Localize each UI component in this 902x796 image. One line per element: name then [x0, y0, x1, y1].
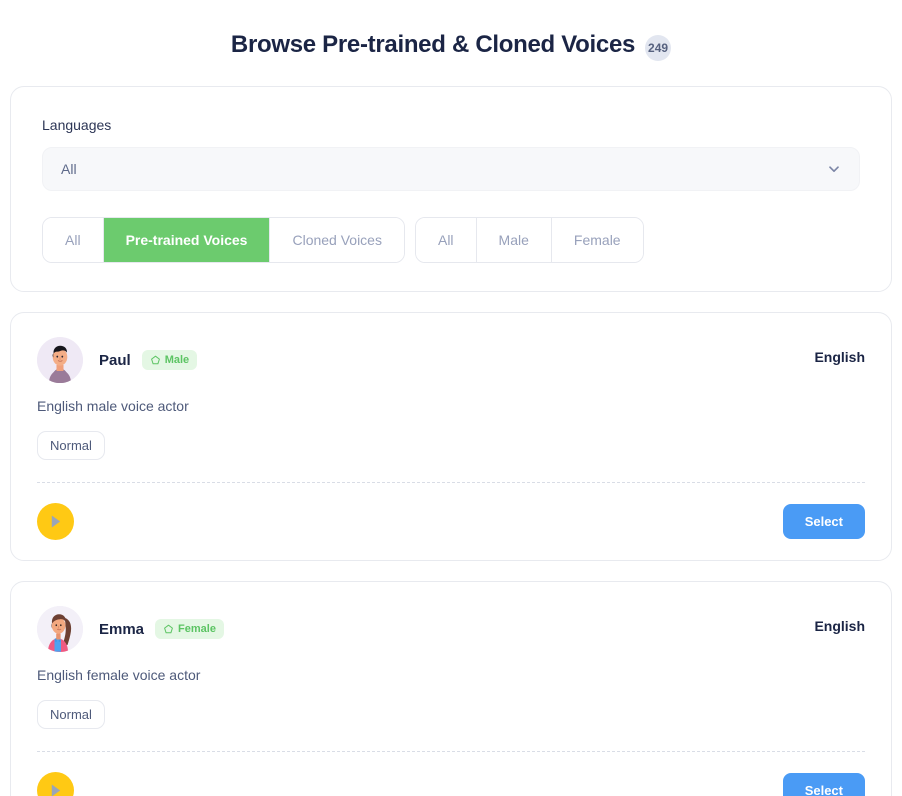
voice-card-header: Emma Female English: [37, 606, 865, 652]
voice-style-chips: Normal: [37, 431, 865, 460]
gender-badge-label: Female: [178, 623, 216, 635]
voice-card-actions: Select: [37, 752, 865, 796]
languages-label: Languages: [42, 117, 112, 133]
segment-type-pretrained[interactable]: Pre-trained Voices: [103, 218, 271, 262]
star-outline-icon: [150, 355, 161, 366]
voice-count-badge: 249: [645, 35, 672, 61]
voice-identity: Emma Female: [37, 606, 802, 652]
gender-badge-label: Male: [164, 354, 190, 366]
voice-card-header: Paul Male English: [37, 337, 865, 383]
select-button[interactable]: Select: [782, 773, 865, 796]
play-icon: [49, 783, 62, 796]
voice-language: English: [814, 618, 865, 634]
voice-style-chips: Normal: [37, 700, 865, 729]
voice-card: Emma Female English English female voice…: [10, 581, 892, 796]
segment-gender-all[interactable]: All: [415, 218, 477, 262]
gender-badge: Female: [155, 619, 224, 639]
select-button[interactable]: Select: [782, 504, 865, 539]
language-select-value: All: [61, 161, 77, 177]
filters-panel: Languages All All Pre-trained Voices Clo…: [10, 86, 892, 292]
voice-identity: Paul Male: [37, 337, 802, 383]
filter-segment-row: All Pre-trained Voices Cloned Voices All…: [42, 217, 860, 263]
voice-name: Emma: [99, 620, 145, 638]
segment-gender-female[interactable]: Female: [551, 218, 643, 262]
voice-type-segmented-control: All Pre-trained Voices Cloned Voices: [42, 217, 405, 263]
segment-type-cloned[interactable]: Cloned Voices: [270, 218, 404, 262]
gender-segmented-control: All Male Female: [414, 217, 644, 263]
style-chip[interactable]: Normal: [37, 431, 105, 460]
segment-type-all[interactable]: All: [43, 218, 104, 262]
avatar: [37, 606, 83, 652]
voice-language: English: [814, 349, 865, 365]
page-title: Browse Pre-trained & Cloned Voices: [230, 31, 636, 58]
style-chip[interactable]: Normal: [37, 700, 105, 729]
voice-description: English female voice actor: [37, 667, 201, 683]
voice-description: English male voice actor: [37, 398, 189, 414]
voice-card-actions: Select: [37, 483, 865, 560]
play-button[interactable]: [37, 503, 74, 540]
voice-card: Paul Male English English male voice act…: [10, 312, 892, 561]
avatar: [37, 337, 83, 383]
chevron-down-icon: [827, 162, 841, 176]
voice-name: Paul: [99, 351, 131, 369]
language-select[interactable]: All: [42, 147, 860, 191]
page-header: Browse Pre-trained & Cloned Voices 249: [0, 0, 902, 86]
segment-gender-male[interactable]: Male: [476, 218, 552, 262]
gender-badge: Male: [141, 350, 198, 370]
play-icon: [49, 514, 62, 529]
star-outline-icon: [163, 624, 174, 635]
play-button[interactable]: [37, 772, 74, 796]
